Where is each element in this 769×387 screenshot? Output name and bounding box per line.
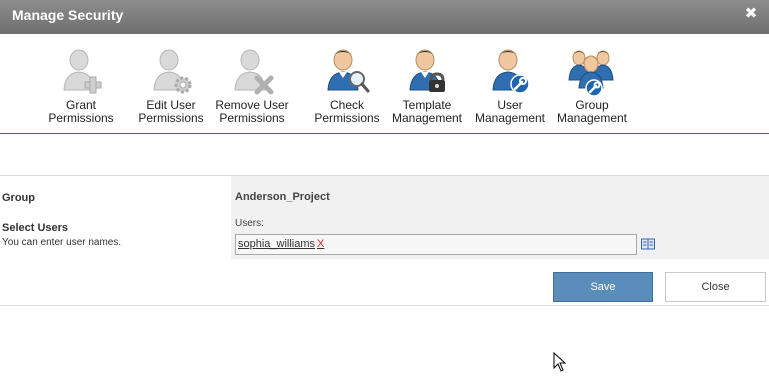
- user-name: sophia_williams: [238, 238, 316, 250]
- manage-security-form: Group Select Users You can enter user na…: [0, 176, 769, 259]
- group-name-value: Anderson_Project: [235, 191, 330, 203]
- form-labels-column: Group Select Users You can enter user na…: [0, 176, 231, 259]
- grant-permissions-icon: [63, 49, 102, 94]
- mouse-cursor-icon: [553, 352, 567, 372]
- grant-permissions-label: Grant Permissions: [48, 98, 114, 125]
- close-icon[interactable]: ✖: [743, 6, 759, 22]
- template-management-button[interactable]: Template Management: [385, 42, 469, 132]
- user-entry[interactable]: sophia_williams X: [238, 238, 324, 250]
- dialog-actions: Save Close: [0, 259, 769, 306]
- remove-user-permissions-label: Remove User Permissions: [215, 98, 289, 125]
- user-management-icon: [492, 49, 530, 94]
- select-users-label: Select Users: [2, 222, 69, 234]
- close-button[interactable]: Close: [665, 272, 766, 302]
- users-field-label: Users:: [235, 218, 264, 229]
- remove-user-permissions-icon: [234, 49, 274, 95]
- form-values-column: Anderson_Project Users: sophia_williams X: [231, 176, 769, 259]
- users-input[interactable]: sophia_williams X: [235, 234, 637, 255]
- group-management-icon: [568, 50, 614, 97]
- address-book-icon[interactable]: [641, 238, 655, 250]
- template-management-icon: [409, 49, 445, 92]
- edit-user-permissions-button[interactable]: Edit User Permissions: [129, 42, 213, 132]
- select-users-hint: You can enter user names.: [2, 237, 122, 248]
- edit-user-permissions-label: Edit User Permissions: [138, 98, 204, 125]
- group-label: Group: [2, 192, 35, 204]
- security-toolbar: Grant Permissions Edit User Permissions …: [0, 34, 769, 134]
- remove-user-permissions-button[interactable]: Remove User Permissions: [210, 42, 294, 132]
- dialog-title: Manage Security: [12, 7, 124, 23]
- group-management-button[interactable]: Group Management: [550, 42, 634, 132]
- group-management-label: Group Management: [556, 98, 628, 125]
- check-permissions-icon: [327, 49, 370, 93]
- edit-user-permissions-icon: [153, 49, 192, 94]
- remove-user-button[interactable]: X: [317, 238, 324, 250]
- user-management-button[interactable]: User Management: [468, 42, 552, 132]
- check-permissions-label: Check Permissions: [314, 98, 380, 125]
- dialog-titlebar: Manage Security ✖: [0, 0, 769, 34]
- save-button[interactable]: Save: [553, 272, 653, 302]
- template-management-label: Template Management: [391, 98, 463, 125]
- user-management-label: User Management: [474, 98, 546, 125]
- manage-security-dialog: Manage Security ✖ Grant Permissions Edit…: [0, 0, 769, 387]
- grant-permissions-button[interactable]: Grant Permissions: [39, 42, 123, 132]
- check-permissions-button[interactable]: Check Permissions: [305, 42, 389, 132]
